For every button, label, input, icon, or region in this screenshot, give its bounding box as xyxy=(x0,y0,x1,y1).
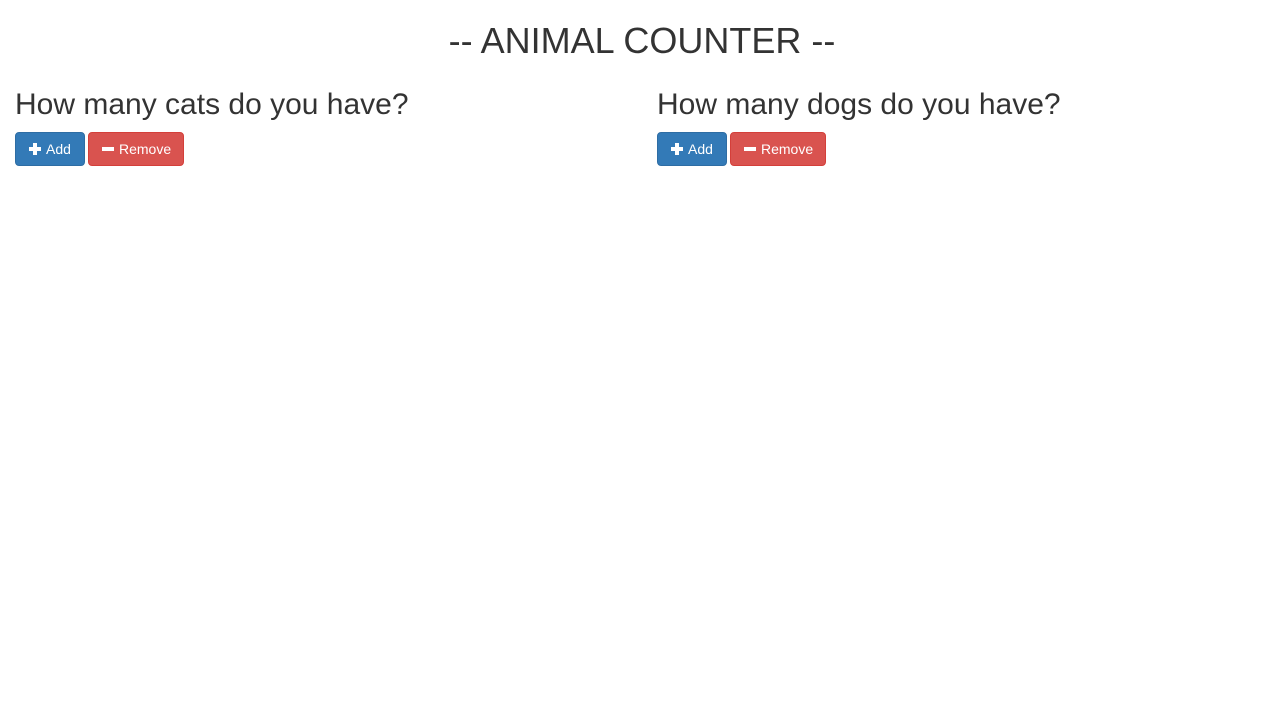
add-cat-label: Add xyxy=(46,141,71,157)
add-cat-button[interactable]: Add xyxy=(15,132,85,166)
plus-icon xyxy=(28,142,42,156)
remove-cat-label: Remove xyxy=(119,141,172,157)
remove-cat-button[interactable]: Remove xyxy=(88,132,184,166)
cats-question: How many cats do you have? xyxy=(15,88,409,121)
cats-button-group: Add Remove xyxy=(15,132,409,166)
remove-dog-label: Remove xyxy=(761,141,814,157)
dogs-button-group: Add Remove xyxy=(657,132,1061,166)
minus-icon xyxy=(101,142,115,156)
dogs-question: How many dogs do you have? xyxy=(657,88,1061,121)
cats-section: How many cats do you have? Add Remove xyxy=(15,86,409,166)
minus-icon xyxy=(743,142,757,156)
plus-icon xyxy=(670,142,684,156)
page-title: -- ANIMAL COUNTER -- xyxy=(448,20,836,61)
remove-dog-button[interactable]: Remove xyxy=(730,132,826,166)
dogs-section: How many dogs do you have? Add Remove xyxy=(657,86,1061,166)
add-dog-button[interactable]: Add xyxy=(657,132,727,166)
add-dog-label: Add xyxy=(688,141,713,157)
